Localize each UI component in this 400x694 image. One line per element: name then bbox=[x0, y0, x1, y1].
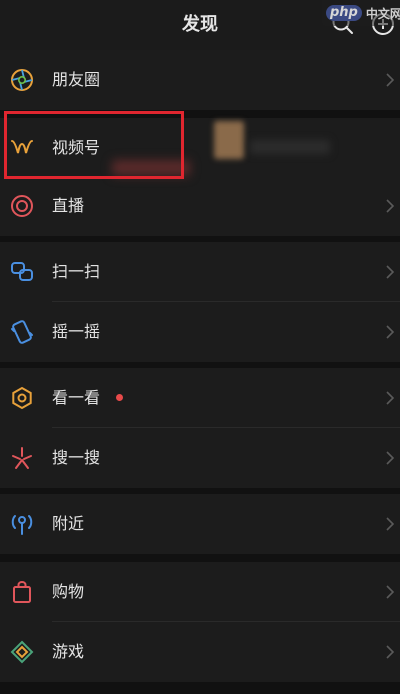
blurred-avatar bbox=[214, 121, 244, 159]
games-icon bbox=[10, 640, 34, 664]
chevron-right-icon bbox=[386, 645, 395, 659]
watermark-logo: php 中文网 bbox=[322, 0, 400, 26]
chevron-right-icon bbox=[386, 325, 395, 339]
chevron-right-icon bbox=[386, 73, 395, 87]
channels-highlight-box bbox=[4, 111, 184, 179]
chevron-right-icon bbox=[386, 391, 395, 405]
chevron-right-icon bbox=[386, 517, 395, 531]
menu-item-search[interactable]: 搜一搜 bbox=[0, 428, 400, 488]
menu-item-label: 扫一扫 bbox=[52, 262, 101, 281]
search-spark-icon bbox=[12, 447, 32, 469]
menu-item-top-stories[interactable]: 看一看 bbox=[0, 368, 400, 428]
menu-item-label: 购物 bbox=[52, 582, 85, 601]
menu-item-games[interactable]: 游戏 bbox=[0, 622, 400, 682]
moments-aperture-icon bbox=[11, 69, 33, 91]
menu-item-shopping[interactable]: 购物 bbox=[0, 562, 400, 622]
menu-item-label: 附近 bbox=[52, 514, 85, 533]
shopping-bag-icon bbox=[13, 580, 31, 603]
menu-item-live[interactable]: 直播 bbox=[0, 176, 400, 236]
menu-item-label: 搜一搜 bbox=[52, 448, 101, 467]
chevron-right-icon bbox=[386, 451, 395, 465]
menu-item-nearby[interactable]: 附近 bbox=[0, 494, 400, 554]
menu-item-label: 游戏 bbox=[52, 642, 85, 661]
menu-item-label: 直播 bbox=[52, 196, 85, 215]
menu-item-label: 朋友圈 bbox=[52, 70, 101, 89]
top-stories-icon bbox=[12, 386, 32, 410]
live-icon bbox=[11, 195, 33, 217]
blurred-text bbox=[250, 140, 330, 154]
menu-item-moments[interactable]: 朋友圈 bbox=[0, 50, 400, 110]
menu-item-scan[interactable]: 扫一扫 bbox=[0, 242, 400, 302]
menu-item-shake[interactable]: 摇一摇 bbox=[0, 302, 400, 362]
menu-item-label: 摇一摇 bbox=[52, 322, 101, 341]
discover-screen: 发现 php 中文网 朋友圈 视频号 直播 扫一扫 摇一摇 看一看 搜一搜 附近… bbox=[0, 0, 400, 694]
scan-icon bbox=[11, 262, 33, 281]
menu-item-label: 看一看 bbox=[52, 388, 101, 407]
nearby-icon bbox=[11, 515, 33, 535]
unread-dot-badge bbox=[116, 394, 123, 401]
chevron-right-icon bbox=[386, 265, 395, 279]
chevron-right-icon bbox=[386, 585, 395, 599]
chevron-right-icon bbox=[386, 199, 395, 213]
watermark-cn: 中文网 bbox=[365, 6, 400, 21]
watermark-php: php bbox=[326, 5, 362, 21]
shake-icon bbox=[11, 320, 33, 344]
